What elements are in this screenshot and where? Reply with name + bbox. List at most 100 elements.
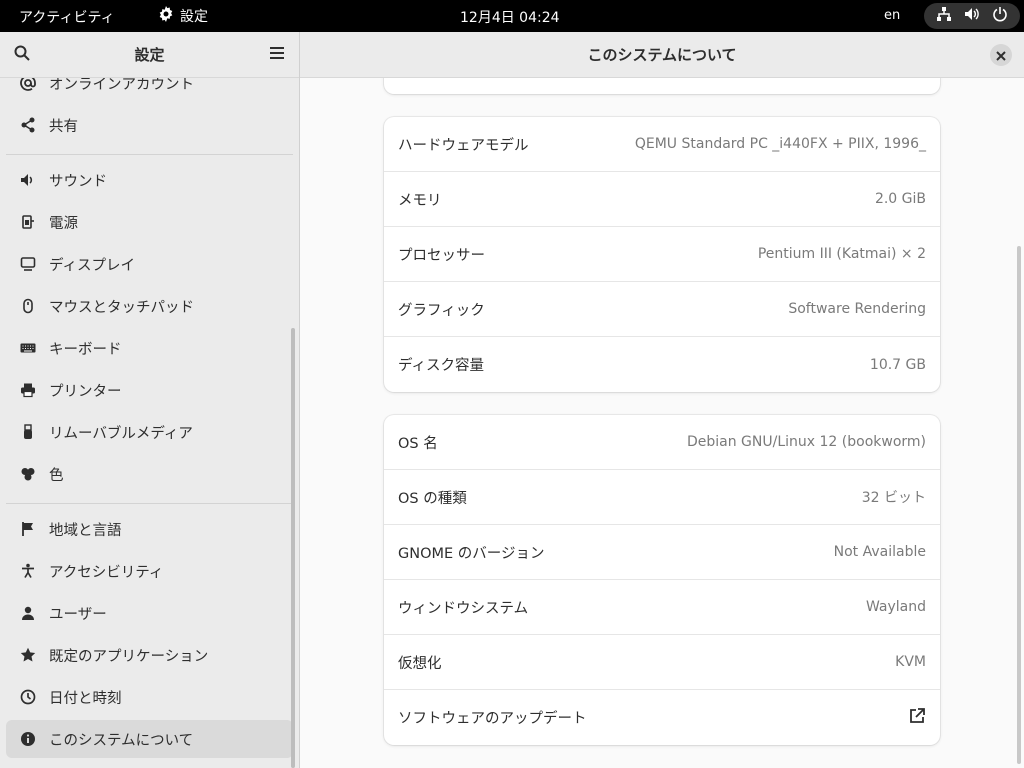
row-label: OS 名 [398, 435, 438, 452]
row-value: Pentium III (Katmai) × 2 [757, 246, 926, 262]
sidebar-item-label: 既定のアプリケーション [49, 648, 209, 665]
sidebar-item-label: キーボード [49, 341, 122, 358]
top-bar: アクティビティ 設定 12月4日 04:24 en [0, 0, 1024, 32]
sidebar-item-region-language[interactable]: 地域と言語 [6, 510, 293, 548]
sidebar-separator [6, 503, 293, 504]
row-value: Wayland [865, 599, 926, 615]
row-os-name: OS 名 Debian GNU/Linux 12 (bookworm) [384, 415, 940, 470]
row-value: 2.0 GiB [874, 191, 926, 207]
row-label: ハードウェアモデル [398, 137, 529, 154]
activities-button[interactable]: アクティビティ [19, 7, 115, 27]
star-icon [19, 646, 37, 664]
row-label: メモリ [398, 192, 442, 209]
row-graphics: グラフィック Software Rendering [384, 282, 940, 337]
sidebar-item-label: ディスプレイ [49, 257, 135, 274]
sidebar-item-label: ユーザー [49, 606, 107, 623]
sidebar-item-sound[interactable]: サウンド [6, 161, 293, 199]
color-icon [19, 465, 37, 483]
keyboard-icon [19, 339, 37, 357]
row-value: KVM [895, 654, 926, 670]
sidebar-scrollbar[interactable] [291, 328, 295, 768]
sidebar-item-printers[interactable]: プリンター [6, 371, 293, 409]
sidebar-item-mouse-touchpad[interactable]: マウスとタッチパッド [6, 287, 293, 325]
sidebar-item-label: リムーバブルメディア [49, 425, 193, 442]
clock[interactable]: 12月4日 04:24 [460, 7, 560, 27]
sidebar-item-accessibility[interactable]: アクセシビリティ [6, 552, 293, 590]
main-header: このシステムについて [300, 32, 1024, 78]
app-menu[interactable]: 設定 [158, 6, 208, 26]
sidebar-item-label: 電源 [49, 215, 78, 232]
input-language-indicator[interactable]: en [884, 8, 900, 23]
sidebar-item-keyboard[interactable]: キーボード [6, 329, 293, 367]
software-card: OS 名 Debian GNU/Linux 12 (bookworm) OS の… [384, 415, 940, 745]
row-value: 32 ビット [861, 490, 926, 506]
row-value: Not Available [833, 544, 926, 560]
info-icon [19, 730, 37, 748]
flag-icon [19, 520, 37, 538]
network-wired-icon [936, 6, 952, 26]
sidebar-item-label: サウンド [49, 173, 107, 190]
sidebar-item-label: 色 [49, 467, 64, 484]
share-icon [19, 116, 37, 134]
sidebar-item-color[interactable]: 色 [6, 455, 293, 493]
hardware-card: ハードウェアモデル QEMU Standard PC _i440FX + PII… [384, 117, 940, 392]
sidebar-header: 設定 [0, 32, 299, 78]
sidebar-item-label: 地域と言語 [49, 522, 122, 539]
row-value: 10.7 GB [869, 356, 926, 373]
row-label: グラフィック [398, 302, 485, 319]
system-tray[interactable] [924, 3, 1020, 29]
clock-icon [19, 688, 37, 706]
sidebar-item-users[interactable]: ユーザー [6, 594, 293, 632]
row-hardware-model: ハードウェアモデル QEMU Standard PC _i440FX + PII… [384, 117, 940, 172]
row-windowing-system: ウィンドウシステム Wayland [384, 580, 940, 635]
sidebar: 設定 オンラインアカウント 共有 サウンド 電源 ディスプレイ マウスとタッチパ… [0, 32, 299, 768]
sidebar-separator [6, 154, 293, 155]
software-updates-row[interactable]: ソフトウェアのアップデート [384, 690, 940, 745]
sidebar-item-label: プリンター [49, 383, 122, 400]
row-disk-capacity: ディスク容量 10.7 GB [384, 337, 940, 392]
app-name: 設定 [180, 9, 208, 25]
row-gnome-version: GNOME のバージョン Not Available [384, 525, 940, 580]
page-title: このシステムについて [587, 46, 737, 64]
sidebar-item-default-apps[interactable]: 既定のアプリケーション [6, 636, 293, 674]
sidebar-item-label: 日付と時刻 [49, 690, 122, 707]
row-value: Software Rendering [788, 301, 926, 317]
row-label: GNOME のバージョン [398, 545, 545, 562]
usb-icon [19, 423, 37, 441]
mouse-icon [19, 297, 37, 315]
sidebar-item-displays[interactable]: ディスプレイ [6, 245, 293, 283]
sidebar-item-label: アクセシビリティ [49, 564, 164, 581]
accessibility-icon [19, 562, 37, 580]
search-icon[interactable] [13, 44, 31, 66]
external-link-icon [908, 707, 926, 729]
sidebar-item-sharing[interactable]: 共有 [6, 106, 293, 144]
row-value: QEMU Standard PC _i440FX + PIIX, 1996_ [634, 136, 926, 152]
row-label: ディスク容量 [398, 358, 484, 374]
row-label: 仮想化 [398, 655, 442, 672]
sidebar-item-about[interactable]: このシステムについて [6, 720, 293, 758]
row-label: OS の種類 [398, 490, 467, 507]
row-processor: プロセッサー Pentium III (Katmai) × 2 [384, 227, 940, 282]
row-label: プロセッサー [398, 247, 485, 264]
display-icon [19, 255, 37, 273]
power-icon [992, 6, 1008, 26]
sidebar-item-label: 共有 [49, 118, 78, 135]
sidebar-title: 設定 [134, 46, 165, 64]
row-memory: メモリ 2.0 GiB [384, 172, 940, 227]
main-panel: このシステムについて ハードウェアモデル QEMU Standard PC _i… [300, 32, 1024, 768]
printer-icon [19, 381, 37, 399]
sidebar-item-date-time[interactable]: 日付と時刻 [6, 678, 293, 716]
volume-icon [964, 6, 980, 26]
sidebar-item-power[interactable]: 電源 [6, 203, 293, 241]
speaker-icon [19, 171, 37, 189]
gear-icon [158, 6, 174, 26]
close-button[interactable] [990, 44, 1012, 66]
hamburger-menu-icon[interactable] [268, 44, 286, 66]
sidebar-item-label: マウスとタッチパッド [49, 299, 194, 316]
close-icon [996, 46, 1006, 65]
row-label: ソフトウェアのアップデート [398, 711, 587, 727]
main-scrollbar[interactable] [1017, 246, 1021, 764]
row-label: ウィンドウシステム [398, 600, 529, 617]
sidebar-item-label: このシステムについて [49, 732, 194, 749]
sidebar-item-removable-media[interactable]: リムーバブルメディア [6, 413, 293, 451]
